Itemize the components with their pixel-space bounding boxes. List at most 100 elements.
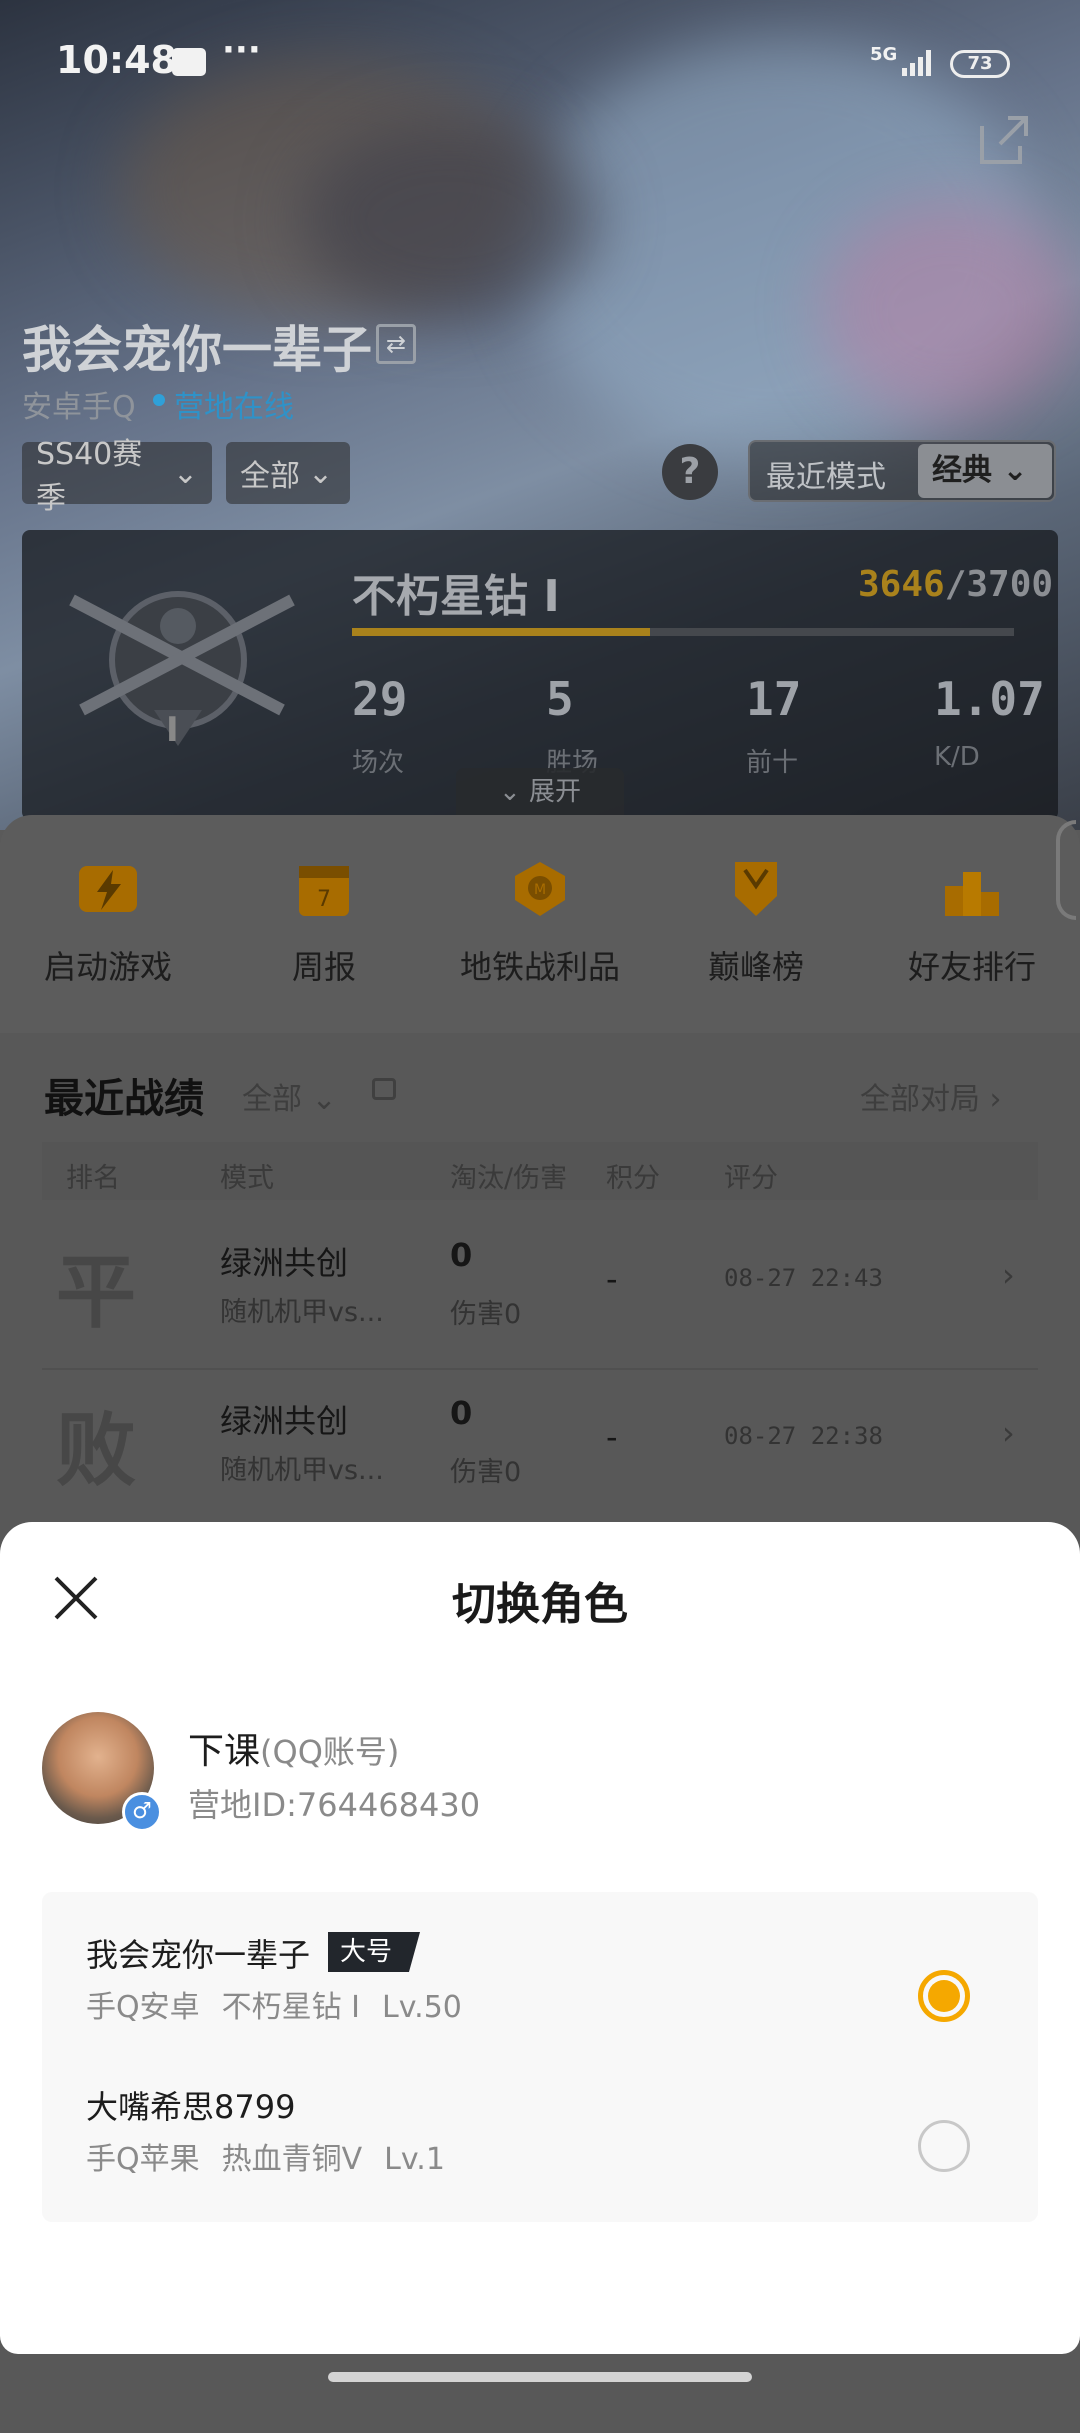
quick-action-label: 周报 bbox=[291, 948, 356, 986]
expand-button[interactable]: ⌄ 展开 bbox=[456, 768, 624, 816]
chevron-down-icon: ⌄ bbox=[311, 1082, 337, 1117]
role-detail: 手Q苹果 热血青铜Ⅴ Lv.1 bbox=[86, 2134, 445, 2178]
role-platform: 手Q安卓 bbox=[86, 1990, 200, 2025]
quick-action-1[interactable]: 启动游戏 bbox=[8, 856, 208, 986]
radio-selected[interactable] bbox=[918, 1970, 970, 2022]
calendar-icon: 7 bbox=[291, 856, 357, 922]
rank-badge-icon: I bbox=[62, 560, 302, 760]
table-row[interactable]: 败 绿洲共创 随机机甲vs... 0 伤害0 - 08-27 22:38 › bbox=[0, 1376, 1080, 1526]
recent-mode-value-text: 经典 bbox=[932, 453, 992, 488]
online-status: 营地在线 bbox=[174, 390, 294, 425]
rank-badge-level: I bbox=[166, 710, 179, 750]
stat-label: 场次 bbox=[352, 748, 405, 778]
damage: 伤害0 bbox=[450, 1299, 522, 1330]
more-indicator: ··· bbox=[222, 30, 261, 70]
chevron-right-icon: › bbox=[1002, 1256, 1015, 1294]
mode-name: 绿洲共创 bbox=[220, 1244, 349, 1282]
stat-label: K/D bbox=[934, 742, 980, 772]
account-name: 下课 bbox=[188, 1731, 261, 1772]
trophy-shield-icon bbox=[723, 856, 789, 922]
table-header-cell: 排名 bbox=[66, 1163, 120, 1194]
scope-select[interactable]: 全部 ⌄ bbox=[226, 442, 350, 504]
kills: 0 bbox=[450, 1236, 473, 1274]
table-header-cell: 淘汰/伤害 bbox=[450, 1163, 568, 1194]
table-header-cell: 模式 bbox=[220, 1163, 274, 1194]
stat-value: 17 bbox=[746, 672, 802, 726]
stat-value: 1.07 bbox=[934, 672, 1045, 726]
account-type: (QQ账号) bbox=[260, 1733, 400, 1771]
signal-icon bbox=[872, 46, 934, 78]
quick-action-label: 启动游戏 bbox=[43, 948, 172, 986]
chevron-down-icon: ⌄ bbox=[308, 455, 334, 491]
score: - bbox=[606, 1260, 618, 1298]
lock-icon[interactable] bbox=[372, 1078, 396, 1100]
score: - bbox=[606, 1418, 618, 1456]
status-time: 10:48 bbox=[56, 38, 177, 82]
radio-unselected[interactable] bbox=[918, 2120, 970, 2172]
recent-mode-label: 最近模式 bbox=[766, 460, 886, 495]
quick-action-label: 好友排行 bbox=[907, 948, 1036, 986]
camp-id: 营地ID:764468430 bbox=[188, 1786, 481, 1824]
message-icon bbox=[172, 48, 206, 76]
battery-icon: 73 bbox=[950, 50, 1010, 78]
male-icon: ♂ bbox=[122, 1792, 162, 1832]
rank-points-current: 3646 bbox=[858, 564, 945, 605]
scope-label: 全部 bbox=[240, 459, 300, 494]
help-icon[interactable]: ? bbox=[662, 444, 718, 500]
main-account-tag: 大号 bbox=[328, 1932, 421, 1972]
match-time: 08-27 22:43 bbox=[724, 1264, 883, 1292]
role-rank: 热血青铜Ⅴ bbox=[221, 2142, 363, 2177]
switch-role-icon[interactable]: ⇄ bbox=[376, 324, 416, 364]
recent-filter-label: 全部 bbox=[242, 1082, 302, 1117]
role-name: 大嘴希思8799 bbox=[86, 2088, 296, 2126]
season-select[interactable]: SS40赛季 ⌄ bbox=[22, 437, 212, 516]
rank-points: 3646/3700 bbox=[858, 564, 1053, 605]
recent-mode-switch[interactable]: 最近模式 经典 ⌄ bbox=[748, 440, 1056, 502]
mode-sub: 随机机甲vs... bbox=[220, 1297, 384, 1328]
rank-progress-fill bbox=[352, 628, 650, 636]
quick-action-4[interactable]: 巅峰榜 bbox=[656, 856, 856, 986]
platform-label: 安卓手Q bbox=[22, 390, 136, 425]
role-item[interactable]: 我会宠你一辈子 大号手Q安卓 不朽星钻 Ⅰ Lv.50 bbox=[42, 1910, 1038, 2050]
table-header-cell: 评分 bbox=[724, 1163, 778, 1194]
share-icon[interactable] bbox=[976, 112, 1032, 172]
recent-title: 最近战绩 bbox=[44, 1076, 204, 1122]
home-indicator[interactable] bbox=[328, 2372, 752, 2382]
all-matches-link[interactable]: 全部对局 › bbox=[860, 1074, 1002, 1118]
table-header-cell: 积分 bbox=[606, 1163, 660, 1194]
podium-icon bbox=[939, 856, 1005, 922]
quick-action-2[interactable]: 7 周报 bbox=[224, 856, 424, 986]
role-level: Lv.50 bbox=[382, 1990, 462, 2025]
role-rank: 不朽星钻 Ⅰ bbox=[221, 1990, 361, 2025]
stat-value: 29 bbox=[352, 672, 408, 726]
quick-action-3[interactable]: M 地铁战利品 bbox=[440, 856, 640, 986]
role-platform: 手Q苹果 bbox=[86, 2142, 200, 2177]
stat-label: 前十 bbox=[746, 748, 799, 778]
role-level: Lv.1 bbox=[384, 2142, 445, 2177]
player-name: 我会宠你一辈子 bbox=[22, 321, 372, 379]
rank-char: 败 bbox=[56, 1404, 136, 1497]
account-name-line: 下课(QQ账号) bbox=[188, 1722, 399, 1774]
damage: 伤害0 bbox=[450, 1457, 522, 1488]
role-detail: 手Q安卓 不朽星钻 Ⅰ Lv.50 bbox=[86, 1982, 462, 2026]
metro-badge-icon: M bbox=[507, 856, 573, 922]
row-divider bbox=[42, 1368, 1038, 1370]
svg-text:7: 7 bbox=[317, 887, 331, 912]
role-name: 我会宠你一辈子 bbox=[86, 1936, 311, 1974]
table-row[interactable]: 平 绿洲共创 随机机甲vs... 0 伤害0 - 08-27 22:43 › bbox=[0, 1218, 1080, 1368]
lightning-icon bbox=[75, 856, 141, 922]
quick-action-label: 巅峰榜 bbox=[707, 948, 804, 986]
svg-text:M: M bbox=[534, 882, 546, 898]
stat-value: 5 bbox=[546, 672, 574, 726]
rank-progress-track bbox=[352, 628, 1014, 636]
season-label: SS40赛季 bbox=[36, 437, 143, 516]
match-time: 08-27 22:38 bbox=[724, 1422, 883, 1450]
quick-action-label: 地铁战利品 bbox=[459, 948, 620, 986]
chevron-down-icon: ⌄ bbox=[498, 777, 530, 807]
rank-tier: 不朽星钻 Ⅰ bbox=[352, 571, 560, 622]
quick-action-5[interactable]: 好友排行 bbox=[872, 856, 1072, 986]
recent-filter[interactable]: 全部 ⌄ bbox=[242, 1074, 337, 1118]
all-matches-label: 全部对局 bbox=[860, 1082, 980, 1117]
role-item[interactable]: 大嘴希思8799 手Q苹果 热血青铜Ⅴ Lv.1 bbox=[42, 2062, 1038, 2202]
recent-mode-value[interactable]: 经典 ⌄ bbox=[918, 444, 1052, 498]
